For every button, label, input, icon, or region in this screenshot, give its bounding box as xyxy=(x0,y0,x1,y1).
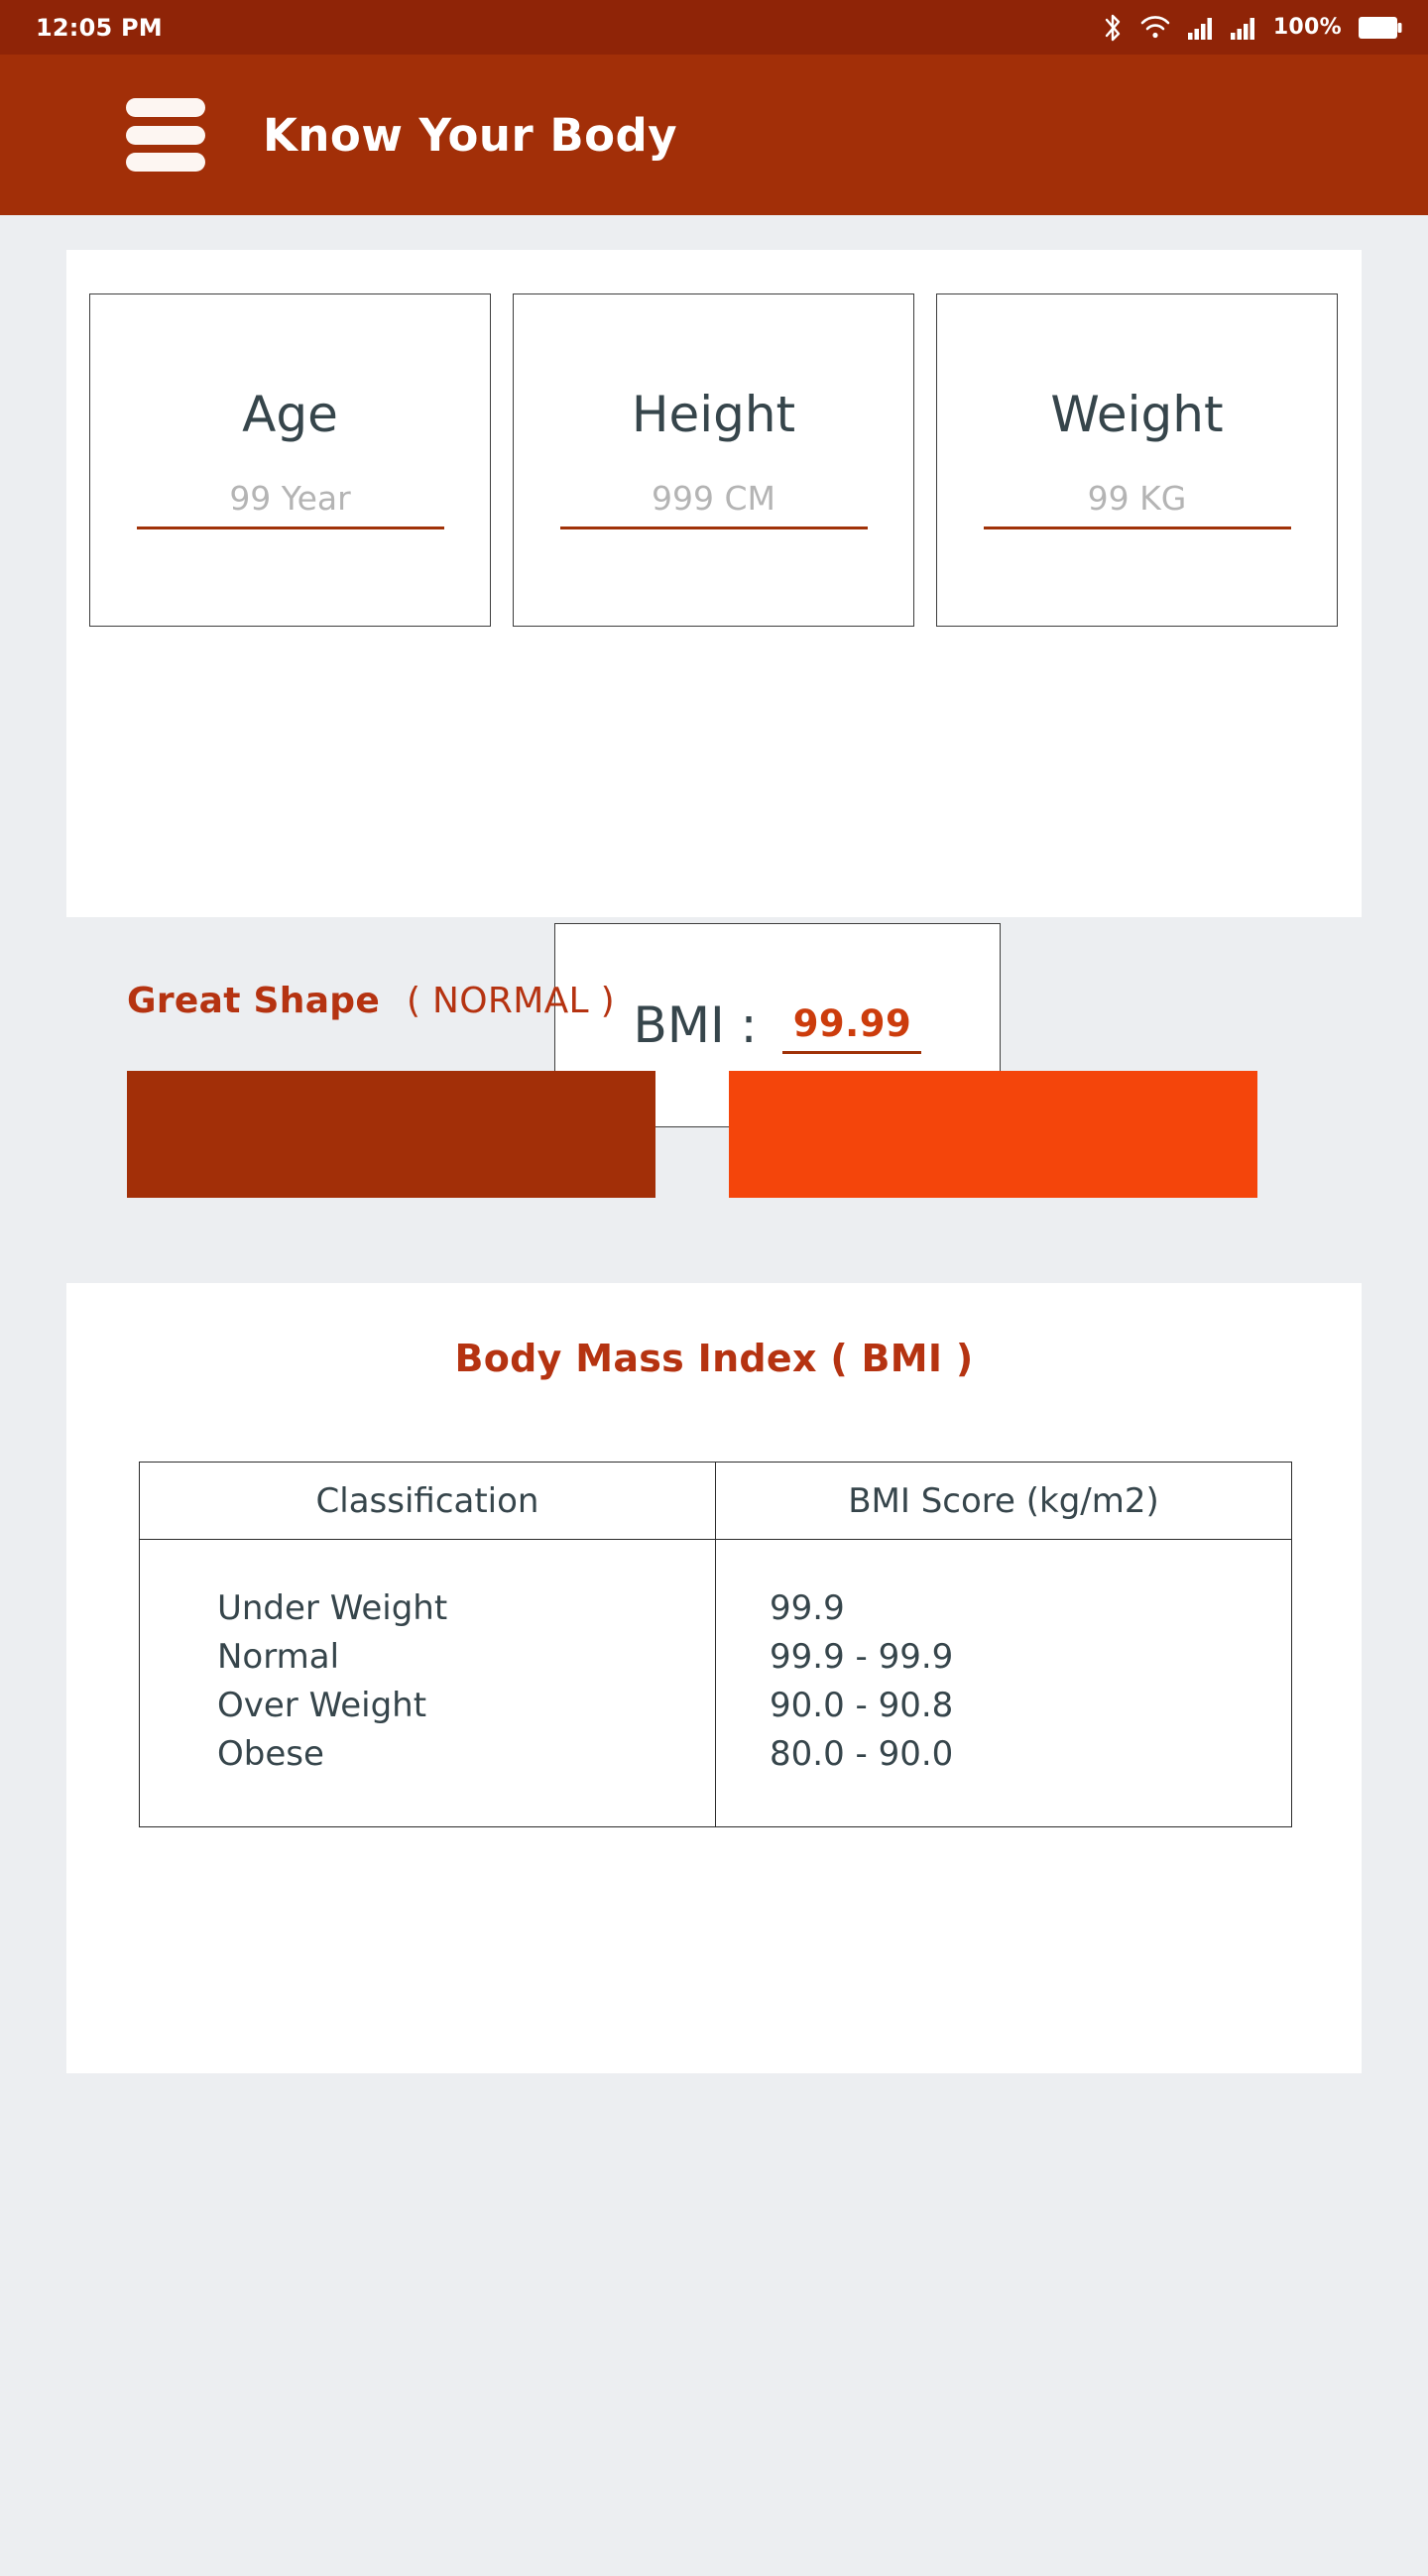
weight-input[interactable] xyxy=(983,479,1291,527)
weight-label: Weight xyxy=(1050,386,1224,443)
age-input-wrap xyxy=(136,479,444,529)
hamburger-bar-3 xyxy=(126,153,205,172)
column-header-score: BMI Score (kg/m2) xyxy=(715,1462,1292,1540)
score-cell: 99.9 99.9 - 99.9 90.0 - 90.8 80.0 - 90.0 xyxy=(715,1539,1292,1827)
shape-status: Great Shape ( NORMAL ) xyxy=(127,981,615,1021)
height-label: Height xyxy=(631,386,796,443)
score-list: 99.9 99.9 - 99.9 90.0 - 90.8 80.0 - 90.0 xyxy=(770,1584,1291,1779)
table-body-row: Under Weight Normal Over Weight Obese 99… xyxy=(139,1539,1292,1827)
classification-cell: Under Weight Normal Over Weight Obese xyxy=(139,1539,716,1827)
hamburger-menu-icon[interactable] xyxy=(126,98,205,172)
signal-icon-1 xyxy=(1187,16,1214,40)
app-root: 12:05 PM 100% Know Your Body Age 99 Year… xyxy=(0,0,1428,2576)
hamburger-bar-1 xyxy=(126,98,205,117)
app-title: Know Your Body xyxy=(263,108,678,162)
cell-spacer xyxy=(770,1779,1291,1826)
cell-spacer xyxy=(217,1540,715,1584)
cell-spacer xyxy=(217,1779,715,1826)
weight-field-box[interactable]: Weight xyxy=(936,293,1338,627)
height-input[interactable] xyxy=(559,479,868,527)
height-input-wrap xyxy=(559,479,868,529)
column-header-classification: Classification xyxy=(139,1462,716,1540)
list-item: Over Weight xyxy=(217,1686,427,1725)
battery-icon xyxy=(1359,16,1402,40)
bmi-value-underline xyxy=(782,1051,922,1054)
age-input-underline xyxy=(136,527,444,529)
list-item: Obese xyxy=(217,1734,324,1774)
status-icons: 100% xyxy=(1103,13,1402,43)
weight-input-wrap xyxy=(983,479,1291,529)
bmi-value-wrap: 99.99 xyxy=(782,996,922,1054)
wifi-icon xyxy=(1139,15,1171,41)
table-header-row: Classification BMI Score (kg/m2) xyxy=(139,1462,1292,1540)
bmi-table-title: Body Mass Index ( BMI ) xyxy=(454,1337,974,1380)
hamburger-bar-2 xyxy=(126,125,205,145)
bmi-table-card: Body Mass Index ( BMI ) Classification B… xyxy=(66,1283,1362,2073)
bmi-value: 99.99 xyxy=(792,1002,912,1045)
bmi-reference-table: Classification BMI Score (kg/m2) Under W… xyxy=(139,1462,1292,1827)
shape-status-category: ( NORMAL ) xyxy=(406,981,615,1021)
height-field-box[interactable]: Height xyxy=(513,293,914,627)
list-item: 90.0 - 90.8 xyxy=(770,1686,954,1725)
battery-percent-label: 100% xyxy=(1272,15,1342,40)
progress-bar-filled xyxy=(127,1071,655,1198)
input-card: Age Height Weight xyxy=(66,250,1362,1127)
age-field-box[interactable]: Age xyxy=(89,293,491,627)
weight-input-underline xyxy=(983,527,1291,529)
list-item: Under Weight xyxy=(217,1588,448,1628)
shape-status-text: Great Shape xyxy=(127,981,381,1021)
list-item: 99.9 xyxy=(770,1588,845,1628)
status-bar: 12:05 PM 100% xyxy=(0,0,1428,55)
signal-icon-2 xyxy=(1230,16,1256,40)
height-input-underline xyxy=(559,527,868,529)
age-input[interactable] xyxy=(136,479,444,527)
list-item: Normal xyxy=(217,1637,340,1677)
cell-spacer xyxy=(770,1540,1291,1584)
status-time: 12:05 PM xyxy=(36,13,163,42)
progress-bar-accent xyxy=(729,1071,1257,1198)
bmi-label: BMI : xyxy=(633,996,758,1054)
list-item: 99.9 - 99.9 xyxy=(770,1637,954,1677)
bluetooth-icon xyxy=(1103,13,1123,43)
classification-list: Under Weight Normal Over Weight Obese xyxy=(217,1584,715,1779)
measurement-fields-row: Age Height Weight xyxy=(89,293,1339,627)
list-item: 80.0 - 90.0 xyxy=(770,1734,954,1774)
app-bar: Know Your Body xyxy=(0,55,1428,215)
age-label: Age xyxy=(242,386,338,443)
